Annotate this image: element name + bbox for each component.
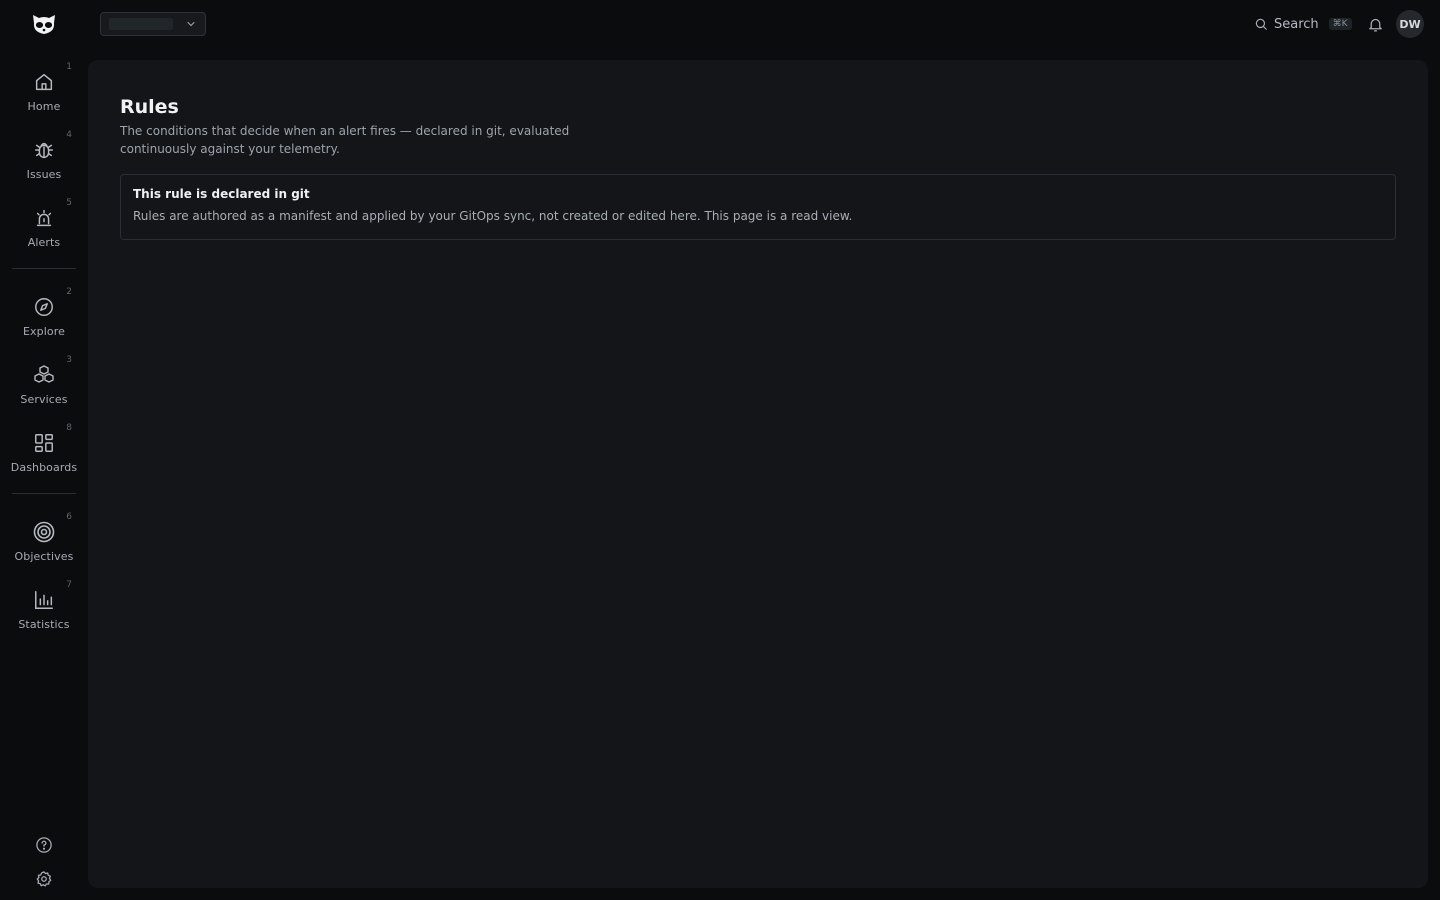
boxes-icon (32, 363, 56, 387)
grid-icon (32, 431, 56, 455)
sidebar-divider (12, 493, 76, 494)
shortcut-hint: 8 (66, 423, 72, 433)
bar-chart-icon (32, 588, 56, 612)
org-selector[interactable] (100, 12, 206, 36)
sidebar-item-label: Home (27, 100, 61, 113)
shortcut-hint: 6 (66, 512, 72, 522)
shortcut-hint: 1 (66, 62, 72, 72)
org-name-redacted (109, 18, 173, 30)
sidebar-item-label: Issues (26, 168, 62, 181)
sidebar-item-label: Alerts (27, 236, 61, 249)
shortcut-hint: 3 (66, 355, 72, 365)
shortcut-hint: 4 (66, 130, 72, 140)
home-icon (32, 70, 56, 94)
help-icon[interactable] (32, 833, 56, 857)
sidebar-item-dashboards[interactable]: 8 Dashboards (0, 423, 88, 483)
page-title: Rules (120, 96, 179, 118)
sidebar-item-label: Statistics (18, 618, 70, 631)
bell-icon[interactable] (1364, 13, 1386, 35)
sidebar-item-services[interactable]: 3 Services (0, 355, 88, 415)
sidebar-item-label: Objectives (14, 550, 74, 563)
bug-icon (32, 138, 56, 162)
sidebar-item-label: Explore (23, 325, 65, 338)
sidebar-item-label: Dashboards (10, 461, 78, 474)
sidebar: 1 Home 4 Issues 5 Alerts 2 Explore 3 Ser… (0, 0, 88, 900)
chevron-down-icon (185, 18, 197, 30)
page-description: The conditions that decide when an alert… (120, 124, 570, 156)
avatar[interactable]: DW (1396, 10, 1424, 38)
app-root: 1 Home 4 Issues 5 Alerts 2 Explore 3 Ser… (0, 0, 1440, 900)
sidebar-item-home[interactable]: 1 Home (0, 62, 88, 122)
sidebar-item-label: Services (20, 393, 68, 406)
shortcut-hint: 2 (66, 287, 72, 297)
sidebar-item-statistics[interactable]: 7 Statistics (0, 580, 88, 640)
shortcut-hint: 7 (66, 580, 72, 590)
target-icon (32, 520, 56, 544)
search-icon (1254, 17, 1268, 31)
search-shortcut: ⌘K (1328, 18, 1352, 30)
sidebar-item-issues[interactable]: 4 Issues (0, 130, 88, 190)
search-label: Search (1274, 16, 1319, 32)
sidebar-item-alerts[interactable]: 5 Alerts (0, 198, 88, 258)
sidebar-item-explore[interactable]: 2 Explore (0, 287, 88, 347)
main-panel: Rules The conditions that decide when an… (88, 60, 1428, 888)
logo-icon[interactable] (28, 10, 60, 38)
compass-icon (32, 295, 56, 319)
siren-icon (32, 206, 56, 230)
shortcut-hint: 5 (66, 198, 72, 208)
sidebar-item-objectives[interactable]: 6 Objectives (0, 512, 88, 572)
git-declared-notice: This rule is declared in git Rules are a… (120, 174, 1396, 240)
gear-icon[interactable] (32, 867, 56, 891)
search-button[interactable]: Search ⌘K (1254, 12, 1352, 36)
sidebar-divider (12, 268, 76, 269)
notice-title: This rule is declared in git (133, 187, 310, 201)
notice-body: Rules are authored as a manifest and app… (133, 209, 853, 223)
